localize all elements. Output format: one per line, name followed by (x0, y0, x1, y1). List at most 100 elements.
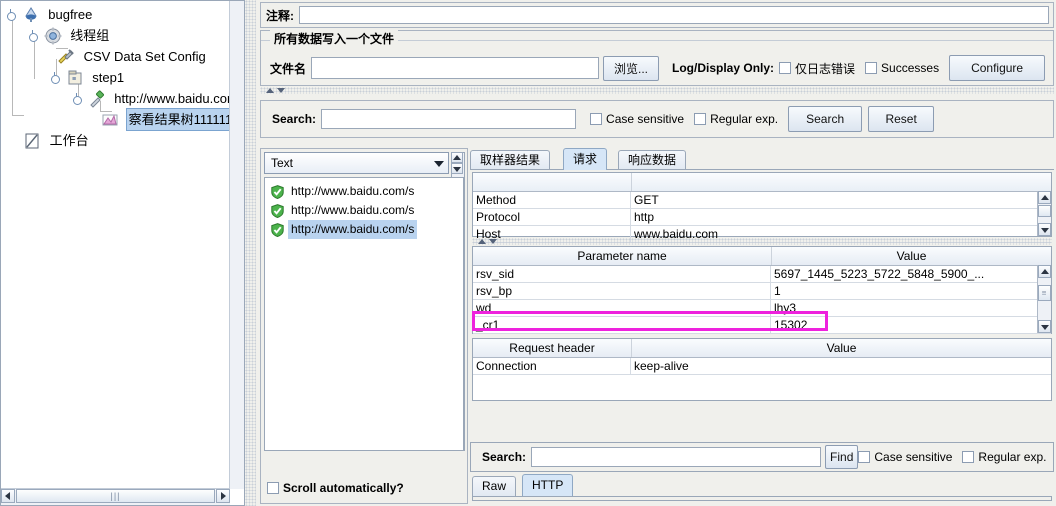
tab-raw[interactable]: Raw (472, 476, 517, 496)
tree-node-label: step1 (92, 70, 125, 86)
bottom-regex-label: Regular exp. (978, 450, 1047, 464)
top-regex-wrap[interactable]: Regular exp. (694, 112, 778, 126)
tab-request[interactable]: 请求 (563, 148, 608, 170)
bottom-search-input[interactable] (531, 447, 822, 467)
successes-checkbox-wrap[interactable]: Successes (865, 61, 939, 75)
scroll-left-button[interactable] (1, 489, 15, 503)
cell-value: keep-alive (634, 359, 689, 373)
tree-vertical-scrollbar[interactable] (229, 1, 244, 489)
renderer-combobox[interactable]: Text (264, 152, 449, 174)
tree-node-label: http://www.baidu.com/s (114, 91, 230, 107)
cell-value: GET (634, 193, 659, 207)
configure-button[interactable]: Configure (949, 55, 1046, 81)
errors-only-checkbox-wrap[interactable]: 仅日志错误 (779, 60, 855, 77)
request-info-vertical-scrollbar[interactable] (1037, 191, 1051, 236)
column-header-request-header[interactable]: Request header (473, 339, 632, 357)
scroll-up-button[interactable] (1038, 191, 1051, 204)
top-search-label: Search: (272, 112, 317, 126)
panel-splitter[interactable] (245, 0, 256, 506)
bottom-regex-wrap[interactable]: Regular exp. (962, 450, 1046, 464)
http-sampler-icon (88, 90, 106, 108)
tree-node-csv-data-set-config[interactable]: CSV Data Set Config (1, 45, 230, 66)
scroll-right-button[interactable] (216, 489, 230, 503)
cell-name: Connection (473, 358, 631, 374)
bottom-search-label: Search: (482, 450, 527, 464)
table-row[interactable]: rsv_bp 1 (473, 283, 1051, 300)
reset-button[interactable]: Reset (868, 106, 935, 132)
parameter-table-vertical-scrollbar[interactable]: ≡ (1037, 265, 1051, 333)
bottom-search-bar: Search: Find Case sensitive Regular exp. (470, 442, 1054, 472)
scroll-down-button[interactable] (1038, 320, 1051, 333)
tree-node-view-results-tree[interactable]: 察看结果树11111111 (1, 108, 230, 132)
tree-horizontal-scrollbar[interactable]: ||| (1, 488, 230, 505)
tree-expand-handle[interactable] (29, 30, 40, 43)
comment-row: 注释: (260, 2, 1054, 28)
collapse-up-icon (266, 88, 274, 93)
browse-button[interactable]: 浏览... (603, 55, 660, 81)
tree-node-bugfree[interactable]: bugfree (1, 3, 230, 24)
tree-node-step1[interactable]: ≡ step1 (1, 66, 230, 87)
table-row[interactable]: Connection keep-alive (473, 358, 1051, 375)
tree-node-workbench[interactable]: 工作台 (1, 129, 230, 150)
tree-expand-handle[interactable] (73, 93, 84, 106)
results-scroll-down-button[interactable] (451, 163, 463, 174)
results-tree-editor: 注释: 所有数据写入一个文件 文件名 浏览... Log/Display Onl… (256, 0, 1056, 506)
tab-sampler-result[interactable]: 取样器结果 (470, 150, 551, 170)
scroll-down-button[interactable] (1038, 223, 1051, 236)
results-list[interactable]: http://www.baidu.com/s http://www.baidu.… (264, 177, 464, 451)
search-button[interactable]: Search (788, 106, 863, 132)
request-info-table[interactable]: Method GET Protocol http Host www.baidu.… (472, 172, 1052, 243)
cell-value: lhy3 (774, 301, 797, 315)
scroll-automatically-checkbox[interactable] (267, 482, 279, 494)
top-case-sensitive-wrap[interactable]: Case sensitive (590, 112, 684, 126)
results-scroll-up-button[interactable] (451, 152, 463, 163)
tree-node-http-sampler[interactable]: http://www.baidu.com/s (1, 87, 230, 108)
table-row-highlighted[interactable]: wd lhy3 (473, 300, 1051, 317)
tab-response-data[interactable]: 响应数据 (618, 150, 687, 170)
scroll-up-button[interactable] (1038, 265, 1051, 278)
test-plan-tree[interactable]: bugfree 线程组 CSV Data Set Config ≡ step1 … (1, 1, 230, 150)
column-header-value[interactable]: Value (632, 339, 1051, 357)
tree-expand-handle[interactable] (7, 9, 18, 22)
tab-http[interactable]: HTTP (522, 474, 574, 496)
filename-input[interactable] (311, 57, 600, 79)
table-row[interactable]: rsv_sid 5697_1445_5223_5722_5848_5900_..… (473, 266, 1051, 283)
vertical-scroll-thumb[interactable]: ≡ (1038, 285, 1051, 301)
list-item[interactable]: http://www.baidu.com/s (265, 201, 463, 220)
column-header-value[interactable]: Value (772, 247, 1051, 265)
top-regex-checkbox[interactable] (694, 113, 707, 125)
find-button[interactable]: Find (825, 445, 859, 469)
cell-value: http (634, 210, 655, 224)
tree-scroll-area[interactable]: bugfree 线程组 CSV Data Set Config ≡ step1 … (1, 1, 230, 489)
top-search-input[interactable] (321, 109, 577, 129)
vertical-scroll-thumb[interactable] (1038, 205, 1051, 217)
list-item[interactable]: http://www.baidu.com/s (265, 182, 463, 201)
errors-only-checkbox[interactable] (779, 62, 792, 74)
table-row[interactable]: Protocol http (473, 209, 1051, 226)
tree-node-thread-group[interactable]: 线程组 (1, 24, 230, 45)
collapse-down-icon (277, 88, 285, 93)
bottom-case-sensitive-wrap[interactable]: Case sensitive (858, 450, 952, 464)
table-row[interactable]: Method GET (473, 192, 1051, 209)
tree-expand-handle[interactable] (51, 72, 62, 85)
bottom-regex-checkbox[interactable] (962, 451, 975, 463)
list-item[interactable]: http://www.baidu.com/s (265, 220, 463, 240)
test-plan-icon (22, 6, 40, 24)
filename-label: 文件名 (270, 61, 307, 76)
successes-checkbox[interactable] (865, 62, 878, 74)
splitter-handle-top[interactable] (260, 87, 1054, 94)
splitter-handle-request[interactable] (472, 238, 1052, 245)
cell-name: wd (473, 300, 771, 316)
scroll-automatically-wrap[interactable]: Scroll automatically? (267, 481, 404, 495)
results-list-panel: Text http://www.baidu.com/s http://www.b… (260, 148, 468, 504)
column-header-parameter-name[interactable]: Parameter name (473, 247, 772, 265)
table-row[interactable]: _cr1 15302 (473, 317, 1051, 334)
top-case-sensitive-checkbox[interactable] (590, 113, 603, 125)
horizontal-scroll-thumb[interactable]: ||| (16, 489, 215, 503)
top-search-bar: Search: Case sensitive Regular exp. Sear… (260, 100, 1054, 138)
comment-input[interactable] (299, 6, 1049, 24)
cell-name: Method (473, 192, 631, 208)
request-header-table[interactable]: Request header Value Connection keep-ali… (472, 338, 1052, 401)
parameter-table[interactable]: Parameter name Value rsv_sid 5697_1445_5… (472, 246, 1052, 334)
bottom-case-sensitive-checkbox[interactable] (858, 451, 871, 463)
